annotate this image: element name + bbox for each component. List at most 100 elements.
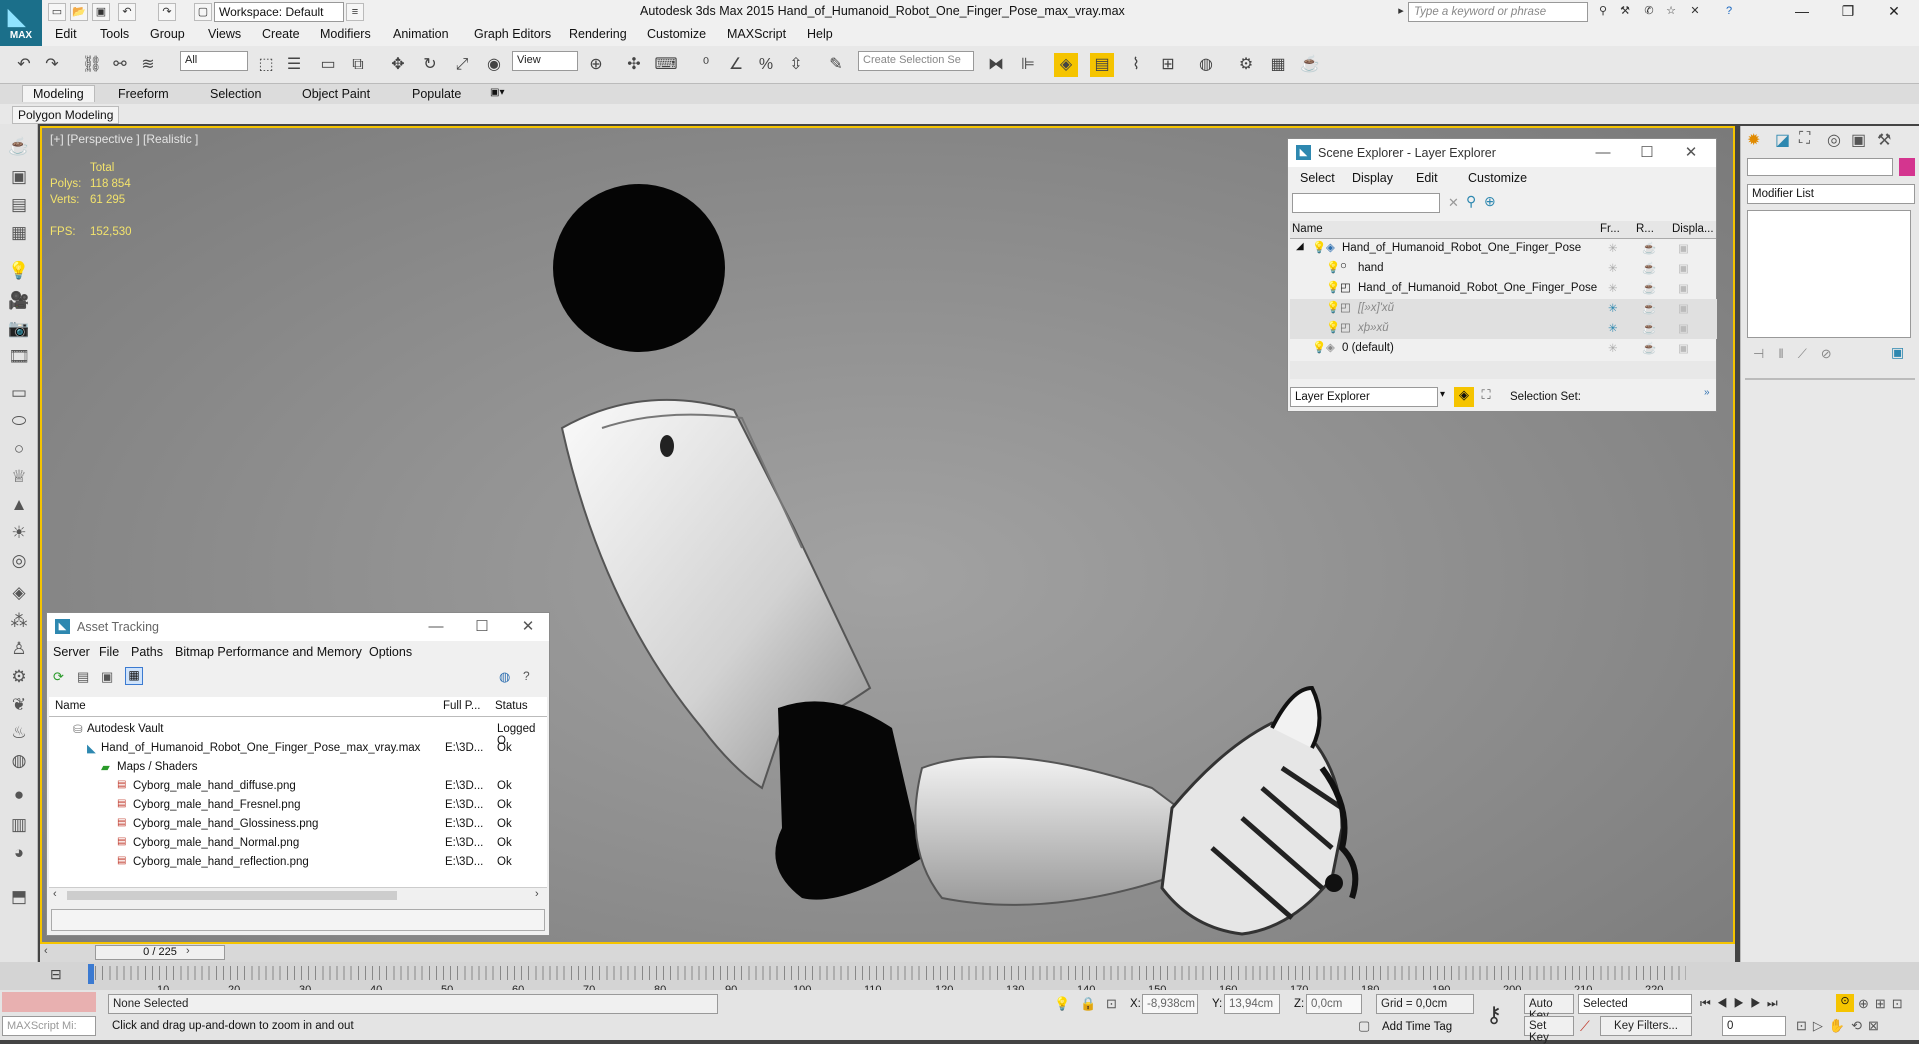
maximize-viewport-icon[interactable]: ⬒: [6, 886, 32, 908]
display-box-icon[interactable]: ▣: [1678, 261, 1689, 275]
modifier-stack[interactable]: [1747, 210, 1911, 338]
film-icon[interactable]: 🎞: [6, 346, 32, 368]
character-icon[interactable]: ♙: [6, 638, 32, 660]
mini-curve-editor-icon[interactable]: ⊟: [50, 966, 62, 983]
menu-rendering[interactable]: Rendering: [569, 27, 627, 41]
maxscript-error-area[interactable]: [2, 992, 96, 1012]
stack-controls[interactable]: ⊣‖⟋⊘: [1753, 346, 1846, 362]
time-config-icon[interactable]: ⊙: [1836, 994, 1854, 1012]
restore-icon[interactable]: ❐: [1825, 0, 1871, 24]
display-box-icon[interactable]: ▣: [1678, 321, 1689, 335]
lightbulb-icon[interactable]: 💡: [1312, 240, 1326, 254]
key-filters-button[interactable]: Key Filters...: [1600, 1016, 1692, 1036]
plant-icon[interactable]: ❦: [6, 694, 32, 716]
ribbon-tab-freeform[interactable]: Freeform: [118, 87, 169, 101]
display-box-icon[interactable]: ▣: [1678, 341, 1689, 355]
menu-create[interactable]: Create: [262, 27, 300, 41]
minimize-icon[interactable]: —: [421, 617, 451, 637]
table-row[interactable]: ◢ 💡 ◈ Hand_of_Humanoid_Robot_One_Finger_…: [1290, 239, 1717, 259]
select-and-place-icon[interactable]: ◉: [482, 53, 506, 77]
expand-footer-icon[interactable]: »: [1704, 387, 1710, 398]
isolate-selection-icon[interactable]: 💡: [1054, 996, 1070, 1012]
freeze-snowflake-icon[interactable]: ✳: [1608, 321, 1618, 335]
table-row[interactable]: ⛁ Autodesk Vault Logged O: [51, 721, 543, 747]
maximize-icon[interactable]: ☐: [467, 617, 497, 637]
menu-help[interactable]: Help: [807, 27, 833, 41]
pivot-center-icon[interactable]: ⊕: [584, 53, 608, 77]
manipulate-icon[interactable]: ✣: [622, 53, 646, 77]
reference-coordinate-dropdown[interactable]: View: [512, 51, 578, 71]
selection-lock-icon[interactable]: 🔒: [1080, 996, 1096, 1012]
menu-maxscript[interactable]: MAXScript: [727, 27, 786, 41]
project-folder-icon[interactable]: ▢: [194, 3, 212, 21]
render-frame-icon[interactable]: ▥: [6, 814, 32, 836]
se-menu-display[interactable]: Display: [1352, 171, 1393, 185]
spinner-snap-icon[interactable]: ⇳: [784, 53, 808, 77]
render-setup-icon[interactable]: ⚙: [1234, 53, 1258, 77]
utilities-tab-icon[interactable]: ⚒: [1877, 130, 1891, 150]
x-coordinate-field[interactable]: -8,938cm: [1142, 994, 1198, 1014]
minimize-icon[interactable]: —: [1779, 0, 1825, 24]
scroll-left-icon[interactable]: ‹: [53, 888, 57, 900]
clear-search-icon[interactable]: ✕: [1448, 195, 1459, 211]
at-col-name[interactable]: Name: [55, 700, 86, 712]
undo-icon[interactable]: ↶: [12, 53, 36, 77]
thumbnail-view-icon[interactable]: ▣: [101, 669, 113, 685]
display-tab-icon[interactable]: ▣: [1851, 130, 1866, 150]
close-icon[interactable]: ✕: [1676, 143, 1706, 163]
render-teapot-icon[interactable]: ☕: [1642, 301, 1656, 315]
ribbon-tab-modeling[interactable]: Modeling: [22, 85, 95, 102]
select-and-link-icon[interactable]: ⛓: [80, 53, 104, 77]
unlink-selection-icon[interactable]: ⚯: [108, 53, 132, 77]
find-icon[interactable]: ⊕: [1484, 193, 1496, 210]
table-row[interactable]: 💡 ◰ xþ»xŭ ✳ ☕ ▣: [1290, 319, 1717, 339]
auto-key-button[interactable]: Auto Key: [1524, 994, 1574, 1022]
material-sphere-icon[interactable]: ●: [6, 784, 32, 806]
viewport-nav-zoom-icon[interactable]: ⊕⊞⊡: [1858, 996, 1909, 1012]
lightbulb-off-icon[interactable]: 💡: [1326, 300, 1340, 314]
angle-snap-icon[interactable]: ∠: [724, 53, 748, 77]
playback-controls[interactable]: ⏮◀▶▶⏭: [1700, 996, 1784, 1011]
selection-filter-dropdown[interactable]: All: [180, 51, 248, 71]
bind-space-warp-icon[interactable]: ≋: [136, 53, 160, 77]
expand-arrow-icon[interactable]: ◢: [1296, 241, 1304, 252]
freeze-snowflake-icon[interactable]: ✳: [1608, 341, 1618, 355]
display-box-icon[interactable]: ▣: [1678, 301, 1689, 315]
communication-center-icon[interactable]: ✆: [1640, 3, 1658, 21]
gear-icon[interactable]: ⚙: [6, 666, 32, 688]
at-menu-bitmap-performance[interactable]: Bitmap Performance and Memory: [175, 645, 362, 659]
freeze-snowflake-icon[interactable]: ✳: [1608, 241, 1618, 255]
percent-snap-icon[interactable]: %: [754, 53, 778, 77]
menu-views[interactable]: Views: [208, 27, 241, 41]
favorites-star-icon[interactable]: ☆: [1662, 3, 1680, 21]
prev-frame-icon[interactable]: ‹: [44, 945, 48, 957]
time-slider[interactable]: 0 / 225: [95, 945, 225, 960]
modify-tab-icon[interactable]: ◪: [1775, 130, 1790, 150]
asset-tracking-titlebar[interactable]: ◣ Asset Tracking — ☐ ✕: [47, 613, 549, 641]
grid-icon[interactable]: ▦: [6, 222, 32, 244]
motion-tab-icon[interactable]: ◎: [1827, 130, 1841, 150]
lightbulb-icon[interactable]: 💡: [1326, 280, 1340, 294]
se-col-freeze[interactable]: Fr...: [1600, 223, 1620, 235]
viewport-layout-icon[interactable]: ▣: [6, 166, 32, 188]
globe-icon[interactable]: ◍: [6, 750, 32, 772]
align-icon[interactable]: ⊫: [1016, 53, 1040, 77]
scrollbar-thumb[interactable]: [67, 891, 397, 900]
current-frame-field[interactable]: 0: [1722, 1016, 1786, 1036]
set-key-icon[interactable]: ⚷: [1486, 1002, 1502, 1028]
render-teapot-icon[interactable]: ☕: [1642, 241, 1656, 255]
table-row[interactable]: ▤ Cyborg_male_hand_Normal.png E:\3D... O…: [51, 835, 543, 854]
camera-alt-icon[interactable]: 📷: [6, 318, 32, 340]
horizontal-scrollbar[interactable]: ‹ ›: [49, 887, 547, 903]
object-name-field[interactable]: [1747, 158, 1893, 176]
vault-icon[interactable]: ◍: [499, 669, 510, 685]
se-menu-select[interactable]: Select: [1300, 171, 1335, 185]
minimize-icon[interactable]: —: [1588, 143, 1618, 163]
select-and-move-icon[interactable]: ✥: [386, 53, 410, 77]
subscription-icon[interactable]: ⚒: [1616, 3, 1634, 21]
render-teapot-icon[interactable]: ☕: [1642, 341, 1656, 355]
viewport-nav-controls[interactable]: ⊡▷✋⟲⊠: [1796, 1018, 1885, 1034]
key-mode-dropdown[interactable]: Selected: [1578, 994, 1692, 1014]
y-coordinate-field[interactable]: 13,94cm: [1224, 994, 1280, 1014]
schematic-view-icon[interactable]: ⊞: [1156, 53, 1180, 77]
